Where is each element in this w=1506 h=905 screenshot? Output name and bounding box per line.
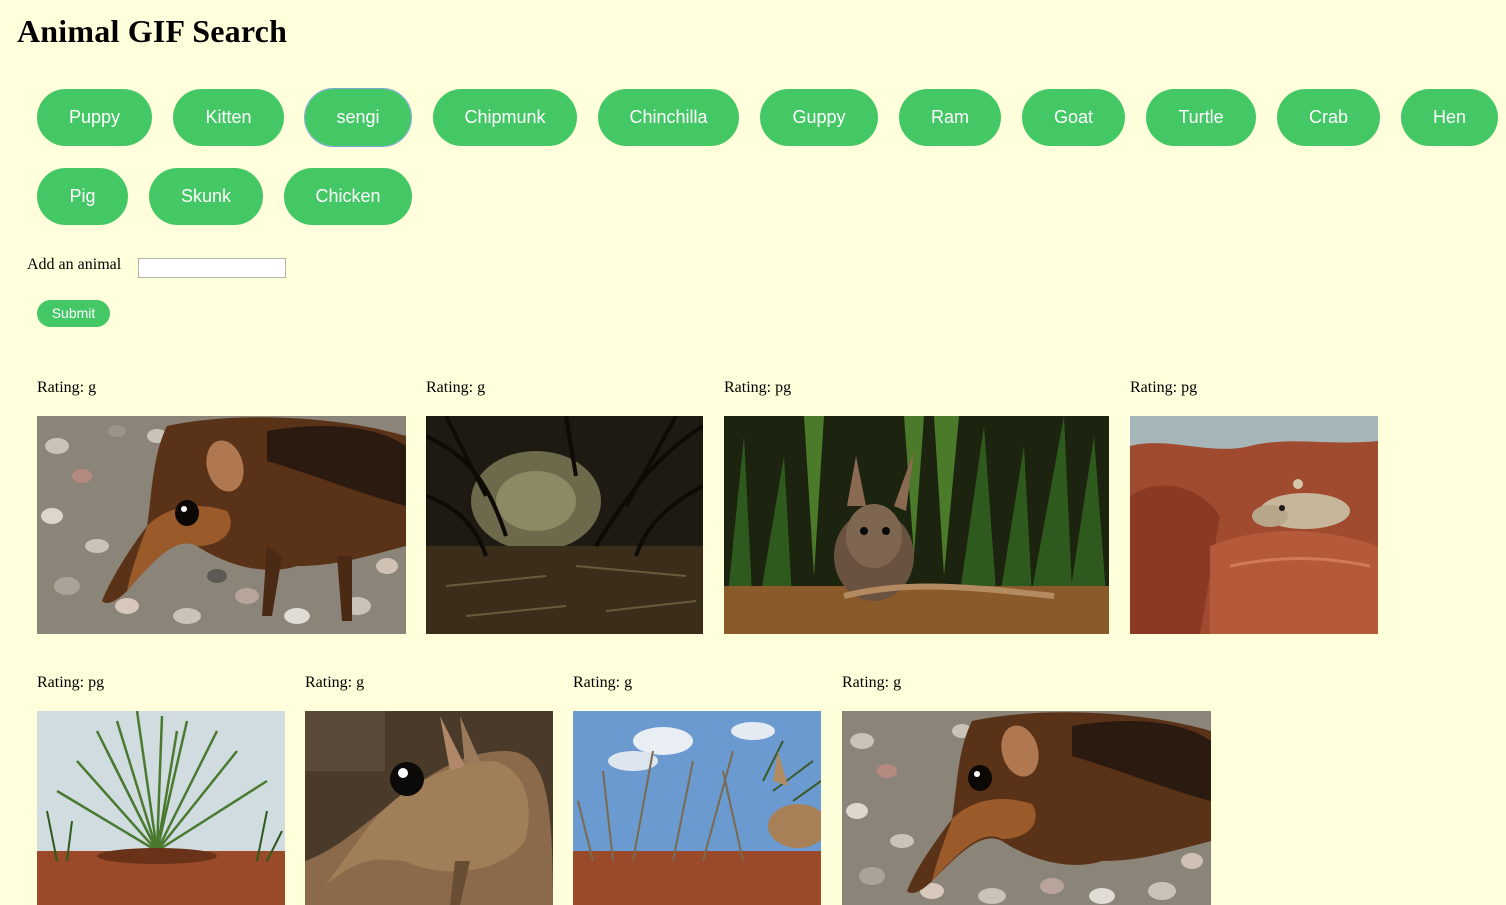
animal-button-turtle[interactable]: Turtle <box>1146 89 1256 146</box>
gif-image-sengi-pebbles[interactable] <box>37 416 406 634</box>
animal-button-pig[interactable]: Pig <box>37 168 128 225</box>
animal-button-crab[interactable]: Crab <box>1277 89 1380 146</box>
animal-button-chipmunk[interactable]: Chipmunk <box>433 89 577 146</box>
add-animal-label: Add an animal <box>27 256 122 273</box>
animal-button-hen[interactable]: Hen <box>1401 89 1498 146</box>
gif-rating: Rating: pg <box>724 379 792 396</box>
animal-button-guppy[interactable]: Guppy <box>760 89 878 146</box>
gif-rating: Rating: g <box>842 674 902 691</box>
animal-button-chinchilla[interactable]: Chinchilla <box>598 89 739 146</box>
page: Animal GIF Search Puppy Kitten sengi Chi… <box>0 0 1506 905</box>
gif-rating: Rating: g <box>573 674 633 691</box>
animal-button-chicken[interactable]: Chicken <box>284 168 412 225</box>
gif-image-sengi-grass[interactable] <box>724 416 1109 634</box>
gif-image-grass-tuft[interactable] <box>37 711 285 905</box>
page-title: Animal GIF Search <box>17 13 288 49</box>
gif-rating: Rating: pg <box>1130 379 1198 396</box>
gif-rating: Rating: g <box>305 674 365 691</box>
gif-image-sengi-sky[interactable] <box>573 711 821 905</box>
animal-button-sengi[interactable]: sengi <box>304 88 412 147</box>
animal-button-kitten[interactable]: Kitten <box>173 89 284 146</box>
gif-image-sengi-rocks[interactable] <box>1130 416 1378 634</box>
gif-rating: Rating: g <box>37 379 97 396</box>
submit-button[interactable]: Submit <box>37 300 110 327</box>
gif-image-sengi-pebbles[interactable] <box>842 711 1211 905</box>
add-animal-input[interactable] <box>138 258 286 278</box>
gif-rating: Rating: g <box>426 379 486 396</box>
animal-button-goat[interactable]: Goat <box>1022 89 1125 146</box>
animal-button-ram[interactable]: Ram <box>899 89 1001 146</box>
animal-button-puppy[interactable]: Puppy <box>37 89 152 146</box>
animal-button-skunk[interactable]: Skunk <box>149 168 263 225</box>
gif-image-sengi-closeup[interactable] <box>305 711 553 905</box>
gif-rating: Rating: pg <box>37 674 105 691</box>
gif-image-undergrowth[interactable] <box>426 416 703 634</box>
